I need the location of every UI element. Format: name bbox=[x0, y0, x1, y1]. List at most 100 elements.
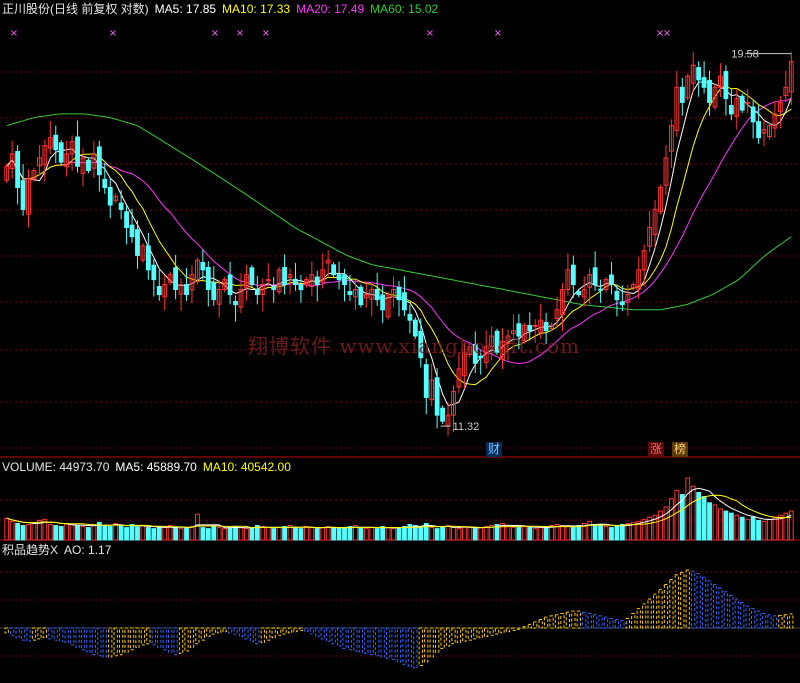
volume-bar bbox=[271, 528, 277, 541]
volume-bar bbox=[669, 498, 674, 541]
candle-body bbox=[249, 267, 255, 286]
ao-bar bbox=[761, 613, 767, 629]
event-marker: × bbox=[663, 28, 671, 39]
candle-body bbox=[598, 288, 603, 291]
ao-bar bbox=[260, 627, 265, 643]
volume-bar bbox=[216, 527, 222, 541]
volume-bar bbox=[690, 485, 696, 541]
candle-body bbox=[124, 211, 129, 228]
ao-bar bbox=[342, 627, 347, 650]
ma5-label: MA5: 17.85 bbox=[154, 2, 217, 16]
volume-bar bbox=[723, 510, 729, 541]
candle-body bbox=[20, 180, 26, 210]
volume-bar bbox=[750, 516, 756, 541]
volume-bar bbox=[396, 527, 402, 541]
volume-header: VOLUME: 44973.70 MA5: 45889.70 MA10: 40542… bbox=[2, 460, 297, 474]
ao-bar bbox=[222, 627, 227, 633]
ao-bar bbox=[282, 627, 287, 635]
event-marker: × bbox=[10, 28, 18, 39]
candle-body bbox=[282, 267, 287, 286]
volume-bar bbox=[772, 516, 778, 541]
candle-body bbox=[314, 276, 320, 286]
ao-bar bbox=[244, 627, 249, 640]
candle-body bbox=[173, 267, 179, 291]
ao-bar bbox=[37, 627, 42, 640]
volume-bar bbox=[369, 527, 375, 541]
ao-bar bbox=[217, 627, 222, 634]
volume-bar bbox=[145, 527, 151, 541]
candle-body bbox=[701, 77, 707, 88]
ao-bar bbox=[696, 573, 701, 629]
ao-bar bbox=[565, 611, 571, 629]
ao-bar bbox=[336, 627, 342, 647]
candle-body bbox=[184, 284, 189, 296]
volume-bar bbox=[135, 526, 140, 541]
ao-bar bbox=[484, 627, 489, 637]
event-marker: × bbox=[426, 28, 434, 39]
badge-zhang[interactable]: 涨 bbox=[648, 442, 664, 457]
ao-bar bbox=[380, 627, 385, 658]
candle-body bbox=[53, 134, 59, 151]
ma60-label: MA60: 15.02 bbox=[370, 2, 439, 16]
ao-bar bbox=[767, 614, 772, 629]
ao-bar bbox=[113, 627, 118, 657]
ao-bar bbox=[674, 574, 679, 629]
ao-bar bbox=[494, 627, 500, 635]
ao-bar bbox=[48, 627, 53, 640]
ao-bar bbox=[658, 588, 663, 629]
ao-bar bbox=[140, 627, 146, 646]
volume-bar bbox=[728, 512, 734, 541]
ma20-label: MA20: 17.49 bbox=[296, 2, 365, 16]
candle-body bbox=[396, 286, 402, 301]
candle-body bbox=[271, 286, 277, 291]
volume-bar bbox=[603, 526, 609, 541]
ao-bar bbox=[609, 617, 614, 629]
volume-bar bbox=[107, 526, 113, 541]
ao-bar bbox=[86, 627, 91, 653]
event-marker: × bbox=[236, 28, 244, 39]
ao-bar bbox=[227, 627, 233, 634]
ao-bar bbox=[691, 570, 696, 629]
volume-bar bbox=[167, 525, 173, 541]
volume-bar bbox=[565, 526, 571, 541]
ao-label: AO: 1.17 bbox=[64, 543, 112, 557]
candle-body bbox=[407, 313, 413, 321]
volume-bar bbox=[118, 525, 124, 541]
volume-bar bbox=[521, 526, 527, 541]
ao-bar bbox=[712, 584, 718, 629]
volume-bar bbox=[440, 526, 445, 541]
ao-bar bbox=[15, 627, 20, 639]
candle-body bbox=[336, 274, 342, 281]
candle-body bbox=[402, 292, 407, 311]
ao-bar bbox=[707, 580, 712, 629]
ao-bar bbox=[549, 615, 554, 629]
ao-bar bbox=[200, 627, 205, 641]
ao-bar bbox=[10, 627, 15, 636]
volume-bar bbox=[761, 520, 767, 541]
volume-bar bbox=[260, 526, 266, 541]
volume-bar bbox=[598, 525, 603, 541]
volume-bar bbox=[380, 526, 386, 541]
ao-bar bbox=[184, 627, 189, 652]
ao-bar bbox=[571, 610, 576, 629]
ao-bar bbox=[162, 627, 167, 651]
volume-bar bbox=[532, 528, 538, 541]
ao-bar bbox=[53, 627, 58, 641]
indicator-header: 积品趋势X AO: 1.17 bbox=[2, 543, 117, 557]
ao-bar bbox=[326, 627, 331, 642]
volume-bar bbox=[129, 524, 135, 541]
ao-bar bbox=[598, 615, 603, 629]
candle-body bbox=[265, 279, 271, 282]
volume-bar bbox=[276, 527, 282, 541]
volume-bar bbox=[265, 527, 271, 541]
badge-cai[interactable]: 财 bbox=[486, 442, 502, 457]
ao-bar bbox=[429, 627, 434, 658]
candle-body bbox=[614, 291, 620, 301]
candle-body bbox=[86, 159, 91, 171]
ao-bar bbox=[445, 627, 451, 647]
volume-bar bbox=[15, 522, 21, 541]
volume-bar bbox=[363, 528, 369, 541]
volume-bar bbox=[385, 527, 391, 541]
badge-bang[interactable]: 榜 bbox=[672, 442, 688, 457]
candle-body bbox=[696, 67, 702, 81]
